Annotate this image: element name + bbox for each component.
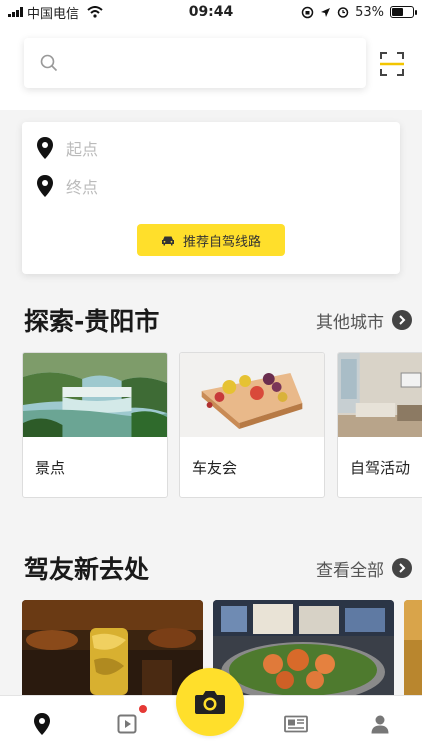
carrier-label: 中国电信 [27, 6, 80, 22]
location-pin-icon [34, 713, 50, 735]
tab-news[interactable] [282, 710, 310, 738]
waterfall-image [23, 353, 167, 437]
start-placeholder: 起点 [66, 140, 99, 159]
explore-card-label: 车友会 [192, 459, 238, 477]
explore-header: 探索-贵阳市 其他城市 [24, 302, 412, 338]
scan-button[interactable] [378, 50, 406, 78]
camera-button[interactable] [176, 668, 244, 736]
tab-profile[interactable] [366, 710, 394, 738]
explore-card-car-club[interactable]: 车友会 [179, 352, 325, 498]
status-bar: 中国电信 09:44 53% [0, 0, 422, 24]
search-box[interactable] [24, 38, 366, 88]
scan-icon [380, 52, 404, 76]
chevron-right-icon [392, 558, 412, 578]
new-place-card[interactable] [404, 600, 422, 695]
explore-card-scenic[interactable]: 景点 [22, 352, 168, 498]
explore-card-label: 自驾活动 [350, 459, 411, 477]
play-icon [117, 714, 137, 734]
explore-card-label: 景点 [35, 459, 66, 477]
start-field[interactable]: 起点 [36, 136, 98, 160]
signal-icon [8, 7, 23, 17]
view-all-label: 查看全部 [316, 560, 384, 581]
other-cities-label: 其他城市 [316, 312, 384, 333]
alarm-icon [337, 7, 349, 18]
user-icon [371, 715, 389, 734]
room-interior-image [338, 353, 422, 437]
location-pin-icon [37, 175, 53, 197]
explore-title: 探索-贵阳市 [24, 307, 160, 336]
camera-icon [195, 691, 225, 714]
golden-vase-image [22, 600, 203, 695]
header [0, 24, 422, 110]
crayfish-dish-image [213, 600, 394, 695]
newspaper-icon [284, 715, 308, 733]
partial-card-image [404, 600, 422, 695]
tab-map[interactable] [28, 710, 56, 738]
battery-icon [390, 6, 417, 18]
new-place-card[interactable] [213, 600, 394, 695]
chevron-right-icon [392, 310, 412, 330]
notification-badge [139, 705, 147, 713]
recommend-route-label: 推荐自驾线路 [182, 234, 261, 250]
search-icon [40, 54, 58, 72]
clock: 09:44 [188, 4, 234, 20]
battery-percent: 53% [355, 4, 384, 20]
fruit-tart-image [180, 353, 324, 437]
recommend-route-button[interactable]: 推荐自驾线路 [137, 224, 285, 256]
route-planner-card: 起点 终点 推荐自驾线路 [22, 122, 400, 274]
location-pin-icon [37, 137, 53, 159]
search-input[interactable] [68, 54, 348, 72]
new-places-title: 驾友新去处 [24, 555, 150, 584]
tab-video[interactable] [113, 710, 141, 738]
car-icon [161, 236, 174, 245]
explore-carousel[interactable]: 景点 车友会 自驾活动 [22, 352, 422, 498]
new-place-card[interactable] [22, 600, 203, 695]
explore-card-road-trip[interactable]: 自驾活动 [337, 352, 422, 498]
other-cities-link[interactable]: 其他城市 [316, 308, 412, 333]
end-field[interactable]: 终点 [36, 174, 98, 198]
location-arrow-icon [321, 7, 331, 17]
new-places-header: 驾友新去处 查看全部 [24, 550, 412, 586]
orientation-lock-icon [301, 6, 314, 18]
end-placeholder: 终点 [66, 178, 99, 197]
wifi-icon [87, 6, 103, 18]
view-all-link[interactable]: 查看全部 [316, 556, 412, 581]
